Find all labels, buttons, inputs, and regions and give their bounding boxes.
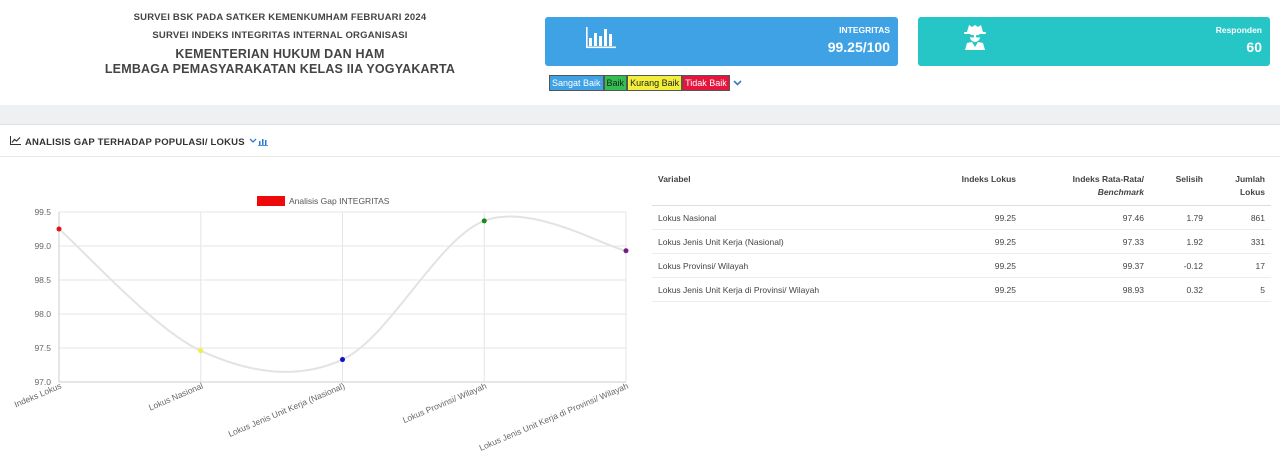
col-indeks-lokus: Indeks Lokus xyxy=(882,165,1022,206)
cell-selisih: 1.92 xyxy=(1150,229,1209,254)
x-tick-label: Lokus Jenis Unit Kerja (Nasional) xyxy=(227,381,347,439)
col-jumlah: Jumlah Lokus xyxy=(1209,165,1271,206)
section-divider xyxy=(0,105,1280,125)
header: SURVEI BSK PADA SATKER KEMENKUMHAM FEBRU… xyxy=(0,0,1280,105)
chevron-down-icon[interactable] xyxy=(733,78,742,88)
cell-rata-rata: 97.46 xyxy=(1022,205,1150,230)
cell-selisih: 1.79 xyxy=(1150,205,1209,230)
cell-selisih: 0.32 xyxy=(1150,277,1209,302)
cell-jumlah: 861 xyxy=(1209,205,1271,230)
gap-line-chart: 97.097.598.098.599.099.5Analisis Gap INT… xyxy=(13,196,630,452)
y-tick-label: 97.5 xyxy=(34,343,51,353)
cell-variabel: Lokus Jenis Unit Kerja (Nasional) xyxy=(652,229,882,254)
gap-table: Variabel Indeks Lokus Indeks Rata-Rata/ … xyxy=(652,165,1271,302)
data-point xyxy=(481,218,487,224)
section-header: ANALISIS GAP TERHADAP POPULASI/ LOKUS xyxy=(10,136,269,148)
col-selisih: Selisih xyxy=(1150,165,1209,206)
line-chart-icon xyxy=(10,136,21,148)
col-jumlah-label: Jumlah xyxy=(1235,174,1265,184)
cell-rata-rata: 98.93 xyxy=(1022,277,1150,302)
legend-tidak-baik: Tidak Baik xyxy=(682,75,730,91)
col-rata-rata: Indeks Rata-Rata/ Benchmark xyxy=(1022,165,1150,206)
chart-toggle-icon[interactable] xyxy=(249,137,269,148)
legend-swatch xyxy=(257,196,285,206)
x-tick-label: Lokus Provinsi/ Wilayah xyxy=(401,381,488,426)
survey-subtitle: SURVEI INDEKS INTEGRITAS INTERNAL ORGANI… xyxy=(152,30,408,41)
data-point xyxy=(56,226,62,232)
x-tick-label: Lokus Jenis Unit Kerja di Provinsi/ Wila… xyxy=(478,381,630,452)
ministry-name: KEMENTERIAN HUKUM DAN HAM xyxy=(175,47,385,61)
category-legend: Sangat Baik Baik Kurang Baik Tidak Baik xyxy=(549,75,742,91)
col-benchmark-label: Benchmark xyxy=(1097,187,1144,197)
survey-titles: SURVEI BSK PADA SATKER KEMENKUMHAM FEBRU… xyxy=(60,12,500,76)
cell-variabel: Lokus Nasional xyxy=(652,205,882,230)
col-rata-rata-label: Indeks Rata-Rata/ xyxy=(1072,174,1144,184)
institution-name: LEMBAGA PEMASYARAKATAN KELAS IIA YOGYAKA… xyxy=(104,62,456,76)
integritas-value: 99.25/100 xyxy=(827,39,890,55)
y-tick-label: 99.0 xyxy=(34,241,51,251)
cell-indeks-lokus: 99.25 xyxy=(882,229,1022,254)
y-tick-label: 98.5 xyxy=(34,275,51,285)
responden-value: 60 xyxy=(1246,39,1262,55)
legend-kurang-baik: Kurang Baik xyxy=(627,75,683,91)
cell-selisih: -0.12 xyxy=(1150,253,1209,278)
cell-indeks-lokus: 99.25 xyxy=(882,253,1022,278)
cell-jumlah: 5 xyxy=(1209,277,1271,302)
survey-title: SURVEI BSK PADA SATKER KEMENKUMHAM FEBRU… xyxy=(133,12,427,23)
responden-label: Responden xyxy=(1215,25,1262,35)
cell-rata-rata: 97.33 xyxy=(1022,229,1150,254)
x-tick-label: Lokus Nasional xyxy=(147,381,205,413)
legend-sangat-baik: Sangat Baik xyxy=(549,75,604,91)
table-row: Lokus Jenis Unit Kerja di Provinsi/ Wila… xyxy=(652,277,1271,302)
y-tick-label: 99.5 xyxy=(34,207,51,217)
cell-variabel: Lokus Provinsi/ Wilayah xyxy=(652,253,882,278)
section-title: ANALISIS GAP TERHADAP POPULASI/ LOKUS xyxy=(25,136,245,148)
bar-chart-icon xyxy=(585,25,617,56)
cell-indeks-lokus: 99.25 xyxy=(882,277,1022,302)
cell-rata-rata: 99.37 xyxy=(1022,253,1150,278)
y-tick-label: 98.0 xyxy=(34,309,51,319)
legend-label: Analisis Gap INTEGRITAS xyxy=(289,196,390,206)
col-variabel: Variabel xyxy=(652,165,882,206)
legend-baik: Baik xyxy=(603,75,628,91)
user-secret-icon xyxy=(962,23,988,56)
integritas-label: INTEGRITAS xyxy=(839,25,890,35)
data-point xyxy=(198,348,204,354)
section-separator xyxy=(0,156,1280,157)
col-lokus-label: Lokus xyxy=(1239,187,1265,197)
cell-variabel: Lokus Jenis Unit Kerja di Provinsi/ Wila… xyxy=(652,277,882,302)
table-row: Lokus Provinsi/ Wilayah 99.25 99.37 -0.12 17 xyxy=(652,253,1271,278)
cell-indeks-lokus: 99.25 xyxy=(882,205,1022,230)
data-point xyxy=(340,357,345,363)
integritas-card: INTEGRITAS 99.25/100 xyxy=(545,17,898,66)
table-header-row: Variabel Indeks Lokus Indeks Rata-Rata/ … xyxy=(652,165,1271,206)
table-row: Lokus Nasional 99.25 97.46 1.79 861 xyxy=(652,205,1271,230)
cell-jumlah: 331 xyxy=(1209,229,1271,254)
table-row: Lokus Jenis Unit Kerja (Nasional) 99.25 97… xyxy=(652,229,1271,254)
cell-jumlah: 17 xyxy=(1209,253,1271,278)
data-point xyxy=(623,248,629,254)
responden-card: Responden 60 xyxy=(918,17,1270,66)
